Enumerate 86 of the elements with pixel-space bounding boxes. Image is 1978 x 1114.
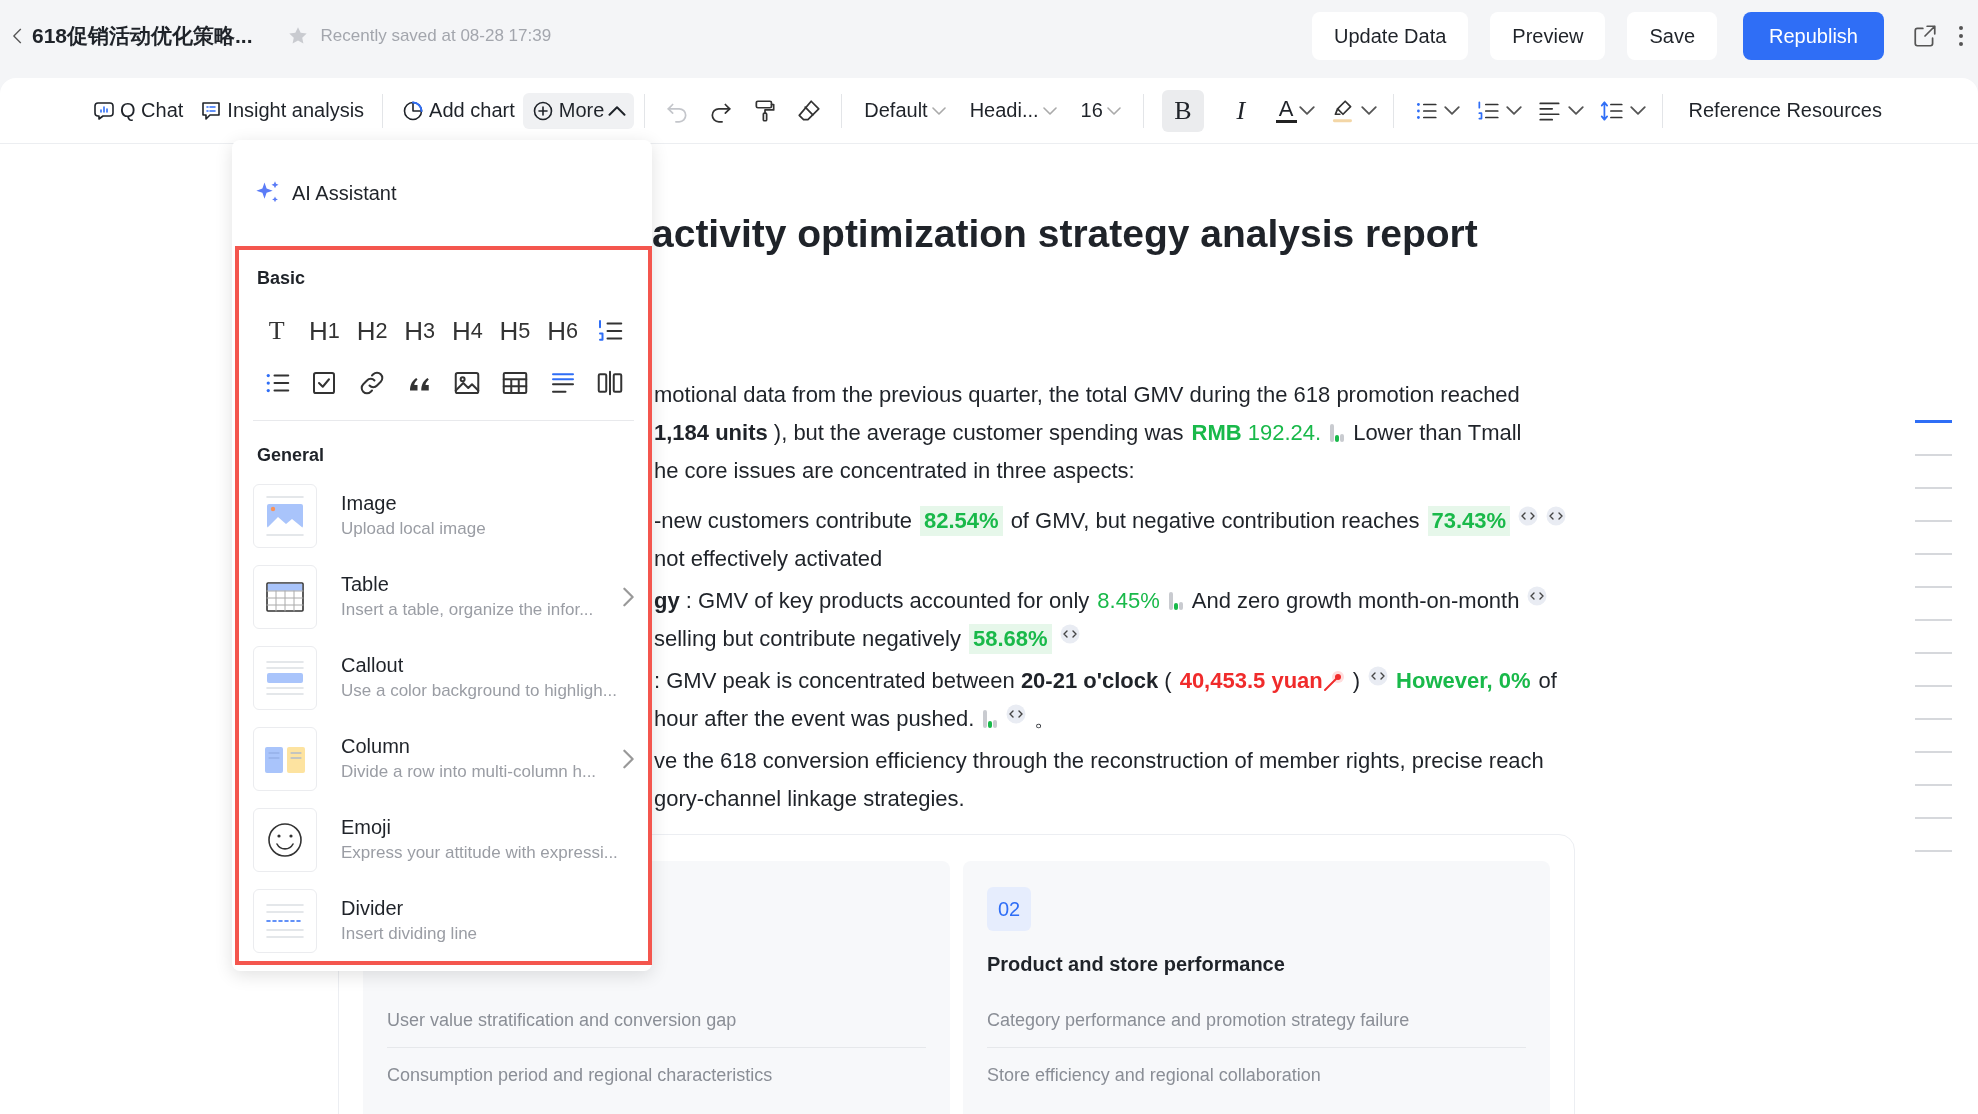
card-item: Store efficiency and regional collaboration <box>987 1063 1322 1087</box>
body-text: ) <box>1352 668 1361 694</box>
insert-menu-item[interactable]: Callout Use a color background to highligh... <box>253 637 634 718</box>
chevron-down-icon <box>1106 106 1121 115</box>
body-text: -new customers contribute <box>654 508 912 534</box>
body-text: gy : GMV of key products accounted for only <box>654 588 1090 614</box>
code-link-icon[interactable] <box>1059 624 1080 644</box>
chevron-up-icon <box>608 105 627 116</box>
body-text: : GMV peak is concentrated between 20-21 o'clock ( <box>654 668 1172 694</box>
chevron-down-icon[interactable] <box>1298 106 1315 115</box>
metric-highlight: 73.43% <box>1427 506 1511 536</box>
chevron-down-icon[interactable] <box>1567 106 1584 115</box>
body-text: of <box>1538 668 1557 694</box>
divider-thumbnail-icon <box>253 888 317 953</box>
code-link-icon[interactable] <box>1518 506 1539 526</box>
mini-bar-chart-icon <box>982 708 999 730</box>
chevron-down-icon[interactable] <box>1443 106 1460 115</box>
chevron-down-icon[interactable] <box>1360 106 1377 115</box>
ai-assistant-item[interactable]: AI Assistant <box>232 140 652 246</box>
more-options-icon[interactable] <box>1958 24 1964 48</box>
header-button[interactable]: Save <box>1627 12 1718 60</box>
body-text: he core issues are concentrated in three aspects: <box>654 458 1135 484</box>
metric-value: 40,453.5 yuan <box>1179 668 1323 694</box>
external-link-icon[interactable] <box>1912 23 1938 49</box>
section-title: Basic <box>256 267 307 290</box>
card-item: Category performance and promotion strategy failure <box>987 993 1526 1048</box>
bold-button[interactable]: B <box>1161 89 1204 132</box>
mini-bar-chart-icon <box>1167 590 1184 612</box>
body-text: ve the 618 conversion efficiency through the reconstruction of member rights, precise reach <box>654 748 1544 774</box>
body-text: of GMV, but negative contribution reaches <box>1010 508 1420 534</box>
body-text: hour after the event was pushed. <box>654 706 975 732</box>
code-link-icon[interactable] <box>1368 666 1389 686</box>
chevron-down-icon <box>1042 106 1057 115</box>
body-text: Lower than Tmall <box>1353 420 1522 446</box>
image-thumbnail-icon <box>253 483 317 548</box>
body-text: 。 <box>1034 705 1057 733</box>
insert-menu-item[interactable]: Divider Insert dividing line <box>253 880 634 961</box>
code-link-icon[interactable] <box>1546 506 1567 526</box>
body-text: not effectively activated <box>654 546 883 572</box>
document-title: activity optimization strategy analysis report <box>652 211 1479 257</box>
toolbar-dropdown[interactable]: Default <box>864 99 946 122</box>
insert-menu-item[interactable]: Emoji Express your attitude with expressi... <box>253 799 634 880</box>
metric-value: However, 0% <box>1396 668 1531 694</box>
header-button[interactable]: Preview <box>1490 12 1606 60</box>
insert-menu-item[interactable]: Image Upload local image <box>253 475 634 556</box>
toolbar-dropdown[interactable]: 16 <box>1080 99 1121 122</box>
more-button[interactable]: More <box>522 92 635 129</box>
chevron-down-icon[interactable] <box>1629 106 1646 115</box>
card-item: Consumption period and regional characteristics <box>387 1063 774 1087</box>
toolbar-button[interactable]: Insight analysis <box>191 92 373 129</box>
body-text: gory-channel linkage strategies. <box>654 786 965 812</box>
mini-bar-chart-icon <box>1329 422 1346 444</box>
pin-icon <box>1322 670 1345 692</box>
toolbar-button[interactable]: Add chart <box>393 92 523 129</box>
section-title: General <box>256 444 326 467</box>
italic-button[interactable]: I <box>1219 89 1262 132</box>
reference-resources-button[interactable]: Reference Resources <box>1680 93 1890 128</box>
metric-highlight: 58.68% <box>968 624 1052 654</box>
table-thumbnail-icon <box>253 564 317 629</box>
toolbar-dropdown[interactable]: Headi... <box>969 99 1057 122</box>
metric-value: RMB 192.24. <box>1191 420 1322 446</box>
chevron-down-icon <box>931 106 946 115</box>
code-link-icon[interactable] <box>1527 586 1548 606</box>
insert-menu-item[interactable]: Column Divide a row into multi-column h... <box>253 718 634 799</box>
block-type-button[interactable]: T <box>258 314 295 348</box>
smiley-icon <box>253 807 317 872</box>
callout-thumbnail-icon <box>253 645 317 710</box>
body-text: motional data from the previous quarter, the total GMV during the 618 promotion reached <box>654 382 1520 408</box>
insert-menu-item[interactable]: Table Insert a table, organize the infor... <box>253 556 634 637</box>
number-badge: 02 <box>987 887 1031 931</box>
columns-thumbnail-icon <box>253 726 317 791</box>
header-button[interactable]: Update Data <box>1312 12 1469 60</box>
card-heading: Product and store performance <box>987 953 1285 976</box>
code-link-icon[interactable] <box>1006 704 1027 724</box>
card-item: User value stratification and conversion gap <box>387 993 926 1048</box>
toolbar-button[interactable]: Q Chat <box>84 92 192 129</box>
metric-value: 8.45% <box>1097 588 1160 614</box>
save-status: Recently saved at 08-28 17:39 <box>320 26 552 46</box>
body-text: And zero growth month-on-month <box>1191 588 1520 614</box>
metric-highlight: 82.54% <box>920 506 1003 536</box>
chevron-down-icon[interactable] <box>1505 106 1522 115</box>
body-text: selling but contribute negatively <box>654 626 961 652</box>
body-text: 1,184 units ), but the average customer spending was <box>654 420 1184 446</box>
republish-button[interactable]: Republish <box>1743 12 1884 60</box>
text-color-button[interactable]: A <box>1275 98 1297 123</box>
document-title: 618促销活动优化策略... <box>32 23 253 49</box>
